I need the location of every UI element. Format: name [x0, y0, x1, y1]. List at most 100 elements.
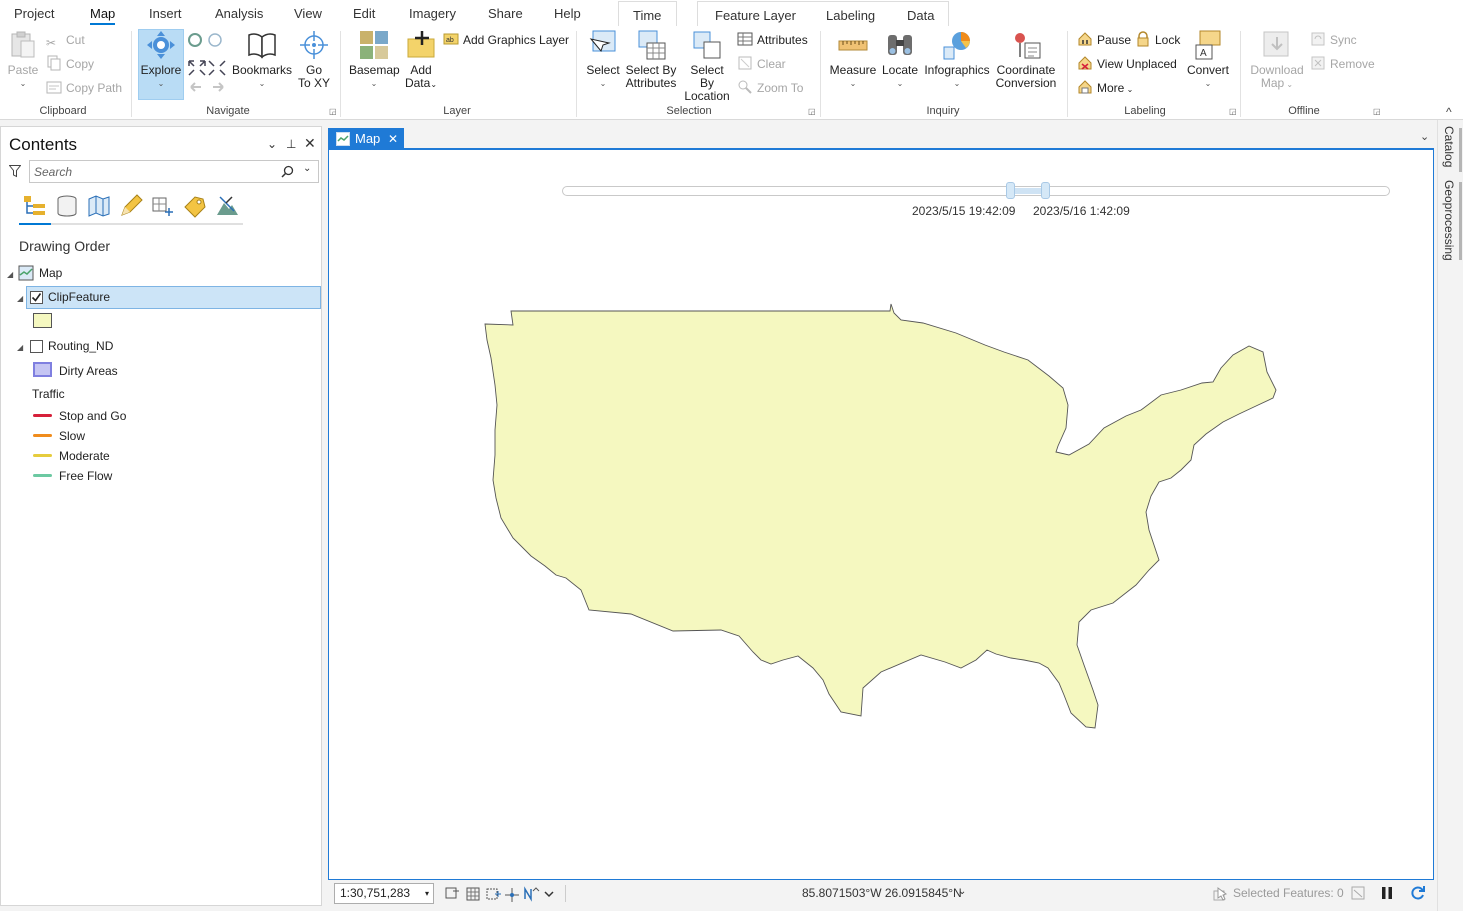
remove-offline-button[interactable]: Remove: [1310, 54, 1375, 74]
tab-feature-layer[interactable]: Feature Layer: [715, 8, 796, 23]
tab-map[interactable]: Map: [90, 5, 116, 25]
download-map-button[interactable]: Download Map ⌄: [1248, 29, 1306, 91]
list-by-snapping-icon[interactable]: [150, 193, 176, 219]
time-slider[interactable]: [562, 182, 1390, 199]
dialog-launcher-icon[interactable]: ◲: [808, 107, 816, 116]
expand-collapse-icon[interactable]: ◢: [17, 343, 23, 352]
time-slider-start-thumb[interactable]: [1006, 182, 1015, 199]
copy-path-button[interactable]: Copy Path: [46, 78, 122, 98]
cursor-coordinates: 85.8071503°W 26.0915845°N: [802, 886, 962, 900]
time-end-label: 2023/5/16 1:42:09: [1033, 204, 1130, 218]
tab-analysis[interactable]: Analysis: [215, 5, 263, 25]
convert-labels-button[interactable]: A Convert ⌄: [1185, 29, 1231, 90]
map-node-label[interactable]: Map: [39, 262, 62, 284]
tab-project[interactable]: Project: [14, 5, 54, 25]
measure-button[interactable]: Measure ⌄: [829, 29, 877, 90]
close-pane-icon[interactable]: ✕: [304, 135, 316, 152]
time-slider-end-thumb[interactable]: [1041, 182, 1050, 199]
collapse-ribbon-icon[interactable]: ^: [1446, 105, 1452, 119]
map-canvas[interactable]: [328, 148, 1434, 880]
locate-button[interactable]: Locate ⌄: [880, 29, 920, 90]
list-by-selection-icon[interactable]: [86, 193, 112, 219]
time-slider-region: [329, 150, 1433, 160]
tab-data[interactable]: Data: [907, 8, 934, 23]
feature-layer-context-tab-box: Feature Layer Labeling Data: [697, 1, 949, 26]
tab-view[interactable]: View: [294, 5, 322, 25]
routing-nd-layer-label[interactable]: Routing_ND: [48, 335, 113, 357]
north-arrow-icon[interactable]: [524, 886, 540, 902]
add-graphics-layer-button[interactable]: ab Add Graphics Layer: [443, 30, 569, 50]
offline-group-label: Offline: [1288, 105, 1320, 117]
basemap-button[interactable]: Basemap ⌄: [349, 29, 400, 90]
coordinate-format-chevron-icon[interactable]: ⌄: [958, 886, 966, 897]
map-view-tab[interactable]: Map ✕: [328, 128, 404, 150]
clear-selection-button[interactable]: Clear: [737, 54, 786, 74]
add-data-button[interactable]: Add Data⌄: [403, 29, 439, 91]
sync-button[interactable]: Sync: [1310, 30, 1357, 50]
more-labeling-button[interactable]: More ⌄: [1077, 78, 1133, 98]
select-by-attributes-label-2: Attributes: [625, 76, 677, 90]
pane-options-chevron-icon[interactable]: ⌄: [267, 137, 277, 151]
contents-search-input[interactable]: [34, 164, 264, 179]
dialog-launcher-icon[interactable]: ◲: [1373, 107, 1381, 116]
dialog-launcher-icon[interactable]: ◲: [1229, 107, 1237, 116]
coordinate-conversion-button[interactable]: Coordinate Conversion: [995, 29, 1057, 90]
clipfeature-polygon[interactable]: [329, 150, 1433, 880]
select-button[interactable]: Select ⌄: [584, 29, 622, 90]
pause-labeling-button[interactable]: Pause: [1077, 30, 1131, 50]
navigate-small-tools: [188, 33, 226, 92]
refresh-icon[interactable]: [1410, 885, 1426, 901]
search-icon[interactable]: [281, 165, 294, 178]
bookmarks-button[interactable]: Bookmarks ⌄: [231, 29, 293, 90]
cut-button[interactable]: ✂ Cut: [46, 30, 85, 50]
attributes-button[interactable]: Attributes: [737, 30, 808, 50]
expand-collapse-icon[interactable]: ◢: [7, 270, 13, 279]
tab-time[interactable]: Time: [633, 8, 661, 23]
tab-help[interactable]: Help: [554, 5, 581, 25]
list-by-editing-icon[interactable]: [118, 193, 144, 219]
geoprocessing-dock-tab[interactable]: Geoprocessing: [1442, 180, 1456, 261]
close-tab-icon[interactable]: ✕: [388, 128, 398, 150]
go-to-xy-button[interactable]: Go To XY: [297, 29, 331, 90]
pause-drawing-icon[interactable]: [1380, 886, 1394, 900]
explore-button[interactable]: Explore ⌄: [139, 29, 183, 90]
status-options-chevron-icon[interactable]: [544, 891, 554, 898]
routing-nd-visibility-checkbox[interactable]: [30, 340, 43, 353]
pin-icon[interactable]: ⊥: [286, 137, 296, 151]
dirty-areas-symbol-swatch[interactable]: [33, 362, 52, 377]
clipfeature-layer-label[interactable]: ClipFeature: [48, 286, 110, 308]
list-by-labeling-icon[interactable]: [182, 193, 208, 219]
grid-icon[interactable]: [466, 887, 480, 901]
tab-edit[interactable]: Edit: [353, 5, 375, 25]
expand-collapse-icon[interactable]: ◢: [17, 294, 23, 303]
view-options-chevron-icon[interactable]: ⌄: [1420, 130, 1429, 143]
tab-share[interactable]: Share: [488, 5, 523, 25]
filter-icon[interactable]: [9, 165, 21, 178]
sync-icon: [1311, 32, 1325, 46]
clipfeature-symbol-swatch[interactable]: [33, 313, 52, 328]
list-by-drawing-order-icon[interactable]: [22, 193, 48, 219]
dialog-launcher-icon[interactable]: ◲: [329, 107, 337, 116]
infographics-button[interactable]: Infographics ⌄: [923, 29, 991, 90]
list-by-data-source-icon[interactable]: [54, 193, 80, 219]
select-by-attributes-button[interactable]: Select By Attributes: [624, 29, 678, 90]
fixed-zoom-icon[interactable]: [445, 887, 459, 899]
tab-insert[interactable]: Insert: [149, 5, 182, 25]
copy-button[interactable]: Copy: [46, 54, 94, 74]
paste-button[interactable]: Paste ⌄: [6, 29, 40, 90]
zoom-to-selection-button[interactable]: Zoom To: [737, 78, 803, 98]
table-view-icon[interactable]: [1351, 886, 1365, 900]
view-unplaced-button[interactable]: View Unplaced: [1077, 54, 1177, 74]
snapping-icon[interactable]: [486, 888, 501, 900]
clipfeature-visibility-checkbox[interactable]: [30, 291, 43, 304]
constraints-icon[interactable]: [505, 888, 519, 902]
list-by-perspective-imagery-icon[interactable]: [214, 193, 240, 219]
catalog-dock-tab[interactable]: Catalog: [1442, 126, 1456, 167]
group-separator: [340, 31, 341, 117]
tab-imagery[interactable]: Imagery: [409, 5, 456, 25]
search-options-chevron-icon[interactable]: ⌄: [303, 163, 311, 174]
tab-labeling[interactable]: Labeling: [826, 8, 875, 23]
map-scale-combobox[interactable]: 1:30,751,283 ▾: [334, 883, 434, 904]
select-by-location-button[interactable]: Select By Location: [682, 29, 732, 103]
lock-labels-button[interactable]: Lock: [1135, 30, 1180, 50]
